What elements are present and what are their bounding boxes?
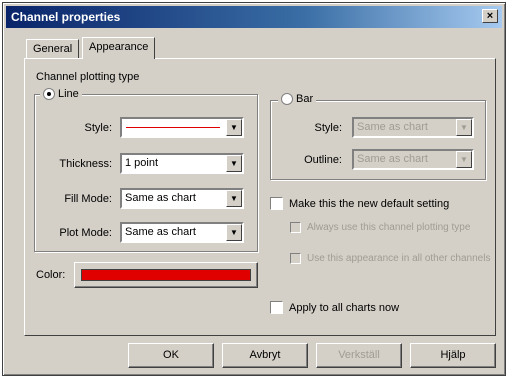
appearance-panel [24, 58, 496, 336]
title-bar[interactable]: Channel properties × [6, 6, 502, 28]
tab-general-label: General [33, 43, 73, 55]
apply-button-label: Verkställ [338, 349, 380, 361]
tab-appearance[interactable]: Appearance [82, 37, 156, 59]
cancel-button[interactable]: Avbryt [222, 343, 308, 368]
help-button-label: Hjälp [440, 349, 466, 361]
close-button[interactable]: × [482, 9, 498, 23]
ok-button[interactable]: OK [128, 343, 214, 368]
window-title: Channel properties [11, 10, 121, 24]
cancel-button-label: Avbryt [249, 349, 281, 361]
apply-button: Verkställ [316, 343, 402, 368]
ok-button-label: OK [163, 349, 179, 361]
help-button[interactable]: Hjälp [410, 343, 496, 368]
tab-appearance-label: Appearance [89, 41, 149, 53]
tab-general[interactable]: General [26, 39, 80, 59]
